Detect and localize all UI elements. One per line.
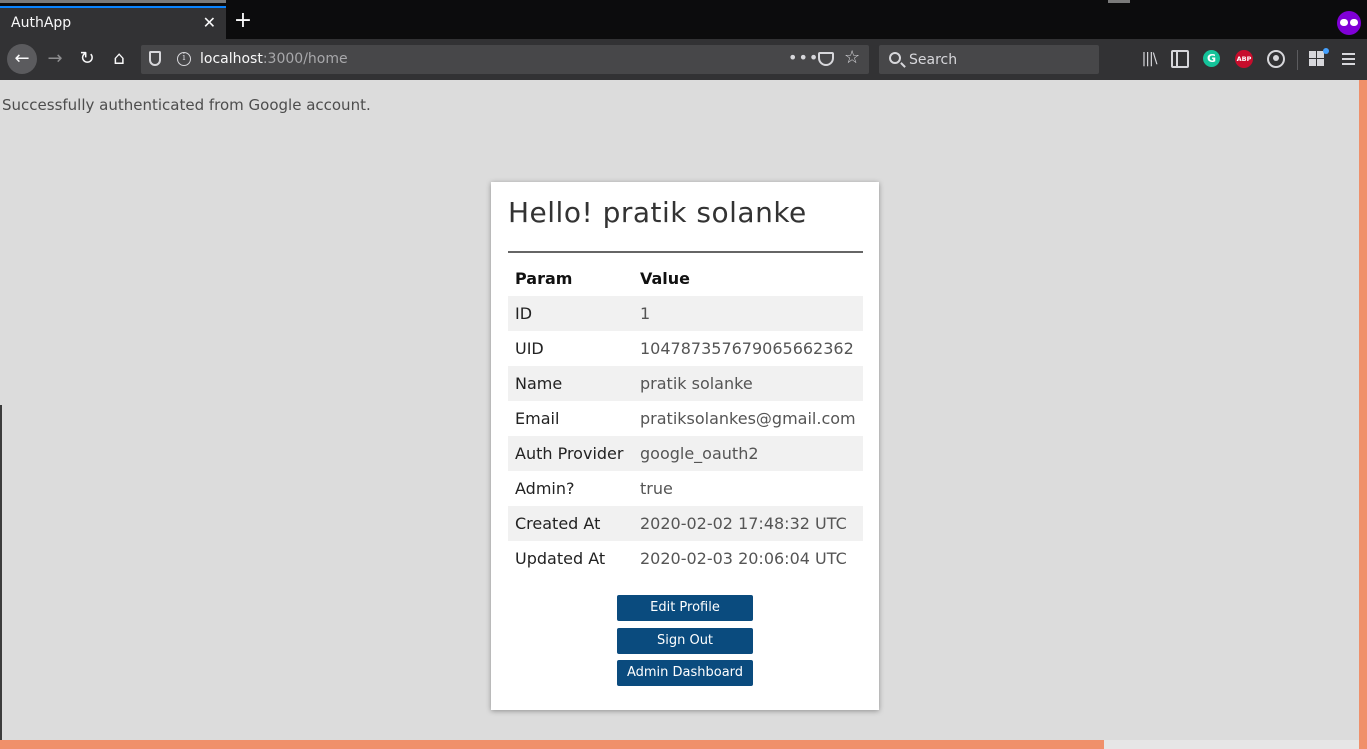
column-header-value: Value bbox=[640, 269, 691, 288]
reload-icon[interactable]: ↻ bbox=[72, 44, 102, 74]
url-host: localhost bbox=[200, 51, 263, 67]
new-tab-icon[interactable]: + bbox=[232, 9, 254, 33]
param-cell: Created At bbox=[508, 506, 632, 541]
pocket-icon[interactable] bbox=[818, 52, 834, 66]
param-cell: ID bbox=[508, 296, 632, 331]
private-mask-icon bbox=[1337, 11, 1361, 35]
heading-divider bbox=[508, 251, 863, 253]
param-cell: Email bbox=[515, 409, 560, 428]
window-border-accent bbox=[1359, 80, 1367, 749]
close-tab-icon[interactable]: ✕ bbox=[203, 13, 216, 33]
grammarly-icon[interactable]: G bbox=[1203, 50, 1220, 67]
search-bar[interactable] bbox=[879, 45, 1099, 74]
tab-title: AuthApp bbox=[11, 15, 72, 31]
profile-table: Param Value ID 1 UID 1047873576790656623… bbox=[508, 261, 863, 576]
column-header-param: Param bbox=[515, 269, 573, 288]
address-bar[interactable]: i localhost:3000/home ••• ☆ bbox=[141, 45, 869, 74]
navigation-toolbar: ← → ↻ ⌂ i localhost:3000/home ••• ☆ |||\… bbox=[0, 39, 1367, 80]
value-cell: true bbox=[640, 479, 673, 498]
page-title: Hello! pratik solanke bbox=[508, 196, 807, 229]
table-row: UID 104787357679065662362 bbox=[508, 331, 863, 366]
tab-strip-indicator bbox=[0, 0, 226, 3]
search-icon bbox=[889, 52, 901, 64]
value-cell: 104787357679065662362 bbox=[640, 339, 854, 358]
table-row: Email pratiksolankes@gmail.com bbox=[508, 401, 863, 436]
value-cell: pratiksolankes@gmail.com bbox=[640, 409, 856, 428]
value-cell: pratik solanke bbox=[632, 366, 863, 401]
taskbar-segment bbox=[1104, 740, 1359, 749]
value-cell: 2020-02-02 17:48:32 UTC bbox=[632, 506, 863, 541]
edit-profile-button[interactable]: Edit Profile bbox=[617, 595, 753, 621]
sidebar-icon[interactable] bbox=[1171, 50, 1189, 68]
page-actions-icon[interactable]: ••• bbox=[788, 48, 819, 67]
page-content: Successfully authenticated from Google a… bbox=[0, 80, 1359, 740]
bookmark-star-icon[interactable]: ☆ bbox=[844, 47, 860, 68]
sign-out-button[interactable]: Sign Out bbox=[617, 628, 753, 654]
shield-icon[interactable] bbox=[149, 51, 161, 66]
value-cell: google_oauth2 bbox=[632, 436, 863, 471]
extensions-icon[interactable] bbox=[1308, 48, 1329, 68]
profile-card: Hello! pratik solanke Param Value ID 1 U… bbox=[491, 182, 879, 710]
table-row: Admin? true bbox=[508, 471, 863, 506]
table-row: Created At 2020-02-02 17:48:32 UTC bbox=[508, 506, 863, 541]
url-text[interactable]: localhost:3000/home bbox=[200, 51, 348, 67]
admin-dashboard-button[interactable]: Admin Dashboard bbox=[617, 660, 753, 686]
info-icon[interactable]: i bbox=[177, 52, 191, 66]
taskbar-accent bbox=[0, 740, 1104, 749]
value-cell: 1 bbox=[632, 296, 863, 331]
account-icon[interactable] bbox=[1267, 50, 1285, 68]
back-icon[interactable]: ← bbox=[7, 44, 37, 74]
table-header-row: Param Value bbox=[508, 261, 863, 296]
param-cell: Auth Provider bbox=[508, 436, 632, 471]
forward-icon[interactable]: → bbox=[40, 44, 70, 74]
search-input[interactable] bbox=[909, 50, 1089, 69]
adblock-icon[interactable]: ABP bbox=[1235, 50, 1253, 68]
url-path: :3000/home bbox=[262, 51, 348, 67]
table-row: ID 1 bbox=[508, 296, 863, 331]
param-cell: Updated At bbox=[515, 549, 606, 568]
table-row: Auth Provider google_oauth2 bbox=[508, 436, 863, 471]
flash-notice: Successfully authenticated from Google a… bbox=[2, 96, 371, 114]
home-icon[interactable]: ⌂ bbox=[104, 44, 134, 74]
tab-bar: AuthApp ✕ + bbox=[0, 6, 1367, 39]
value-cell: 2020-02-03 20:06:04 UTC bbox=[640, 549, 847, 568]
tab-strip-indicator bbox=[1108, 0, 1130, 3]
library-icon[interactable]: |||\ bbox=[1140, 50, 1158, 68]
table-row: Name pratik solanke bbox=[508, 366, 863, 401]
menu-icon[interactable] bbox=[1340, 50, 1358, 68]
param-cell: Name bbox=[508, 366, 632, 401]
param-cell: Admin? bbox=[515, 479, 575, 498]
tab-authapp[interactable]: AuthApp ✕ bbox=[0, 6, 226, 39]
toolbar-divider bbox=[1297, 50, 1298, 70]
param-cell: UID bbox=[515, 339, 544, 358]
table-row: Updated At 2020-02-03 20:06:04 UTC bbox=[508, 541, 863, 576]
window-edge bbox=[0, 405, 2, 740]
